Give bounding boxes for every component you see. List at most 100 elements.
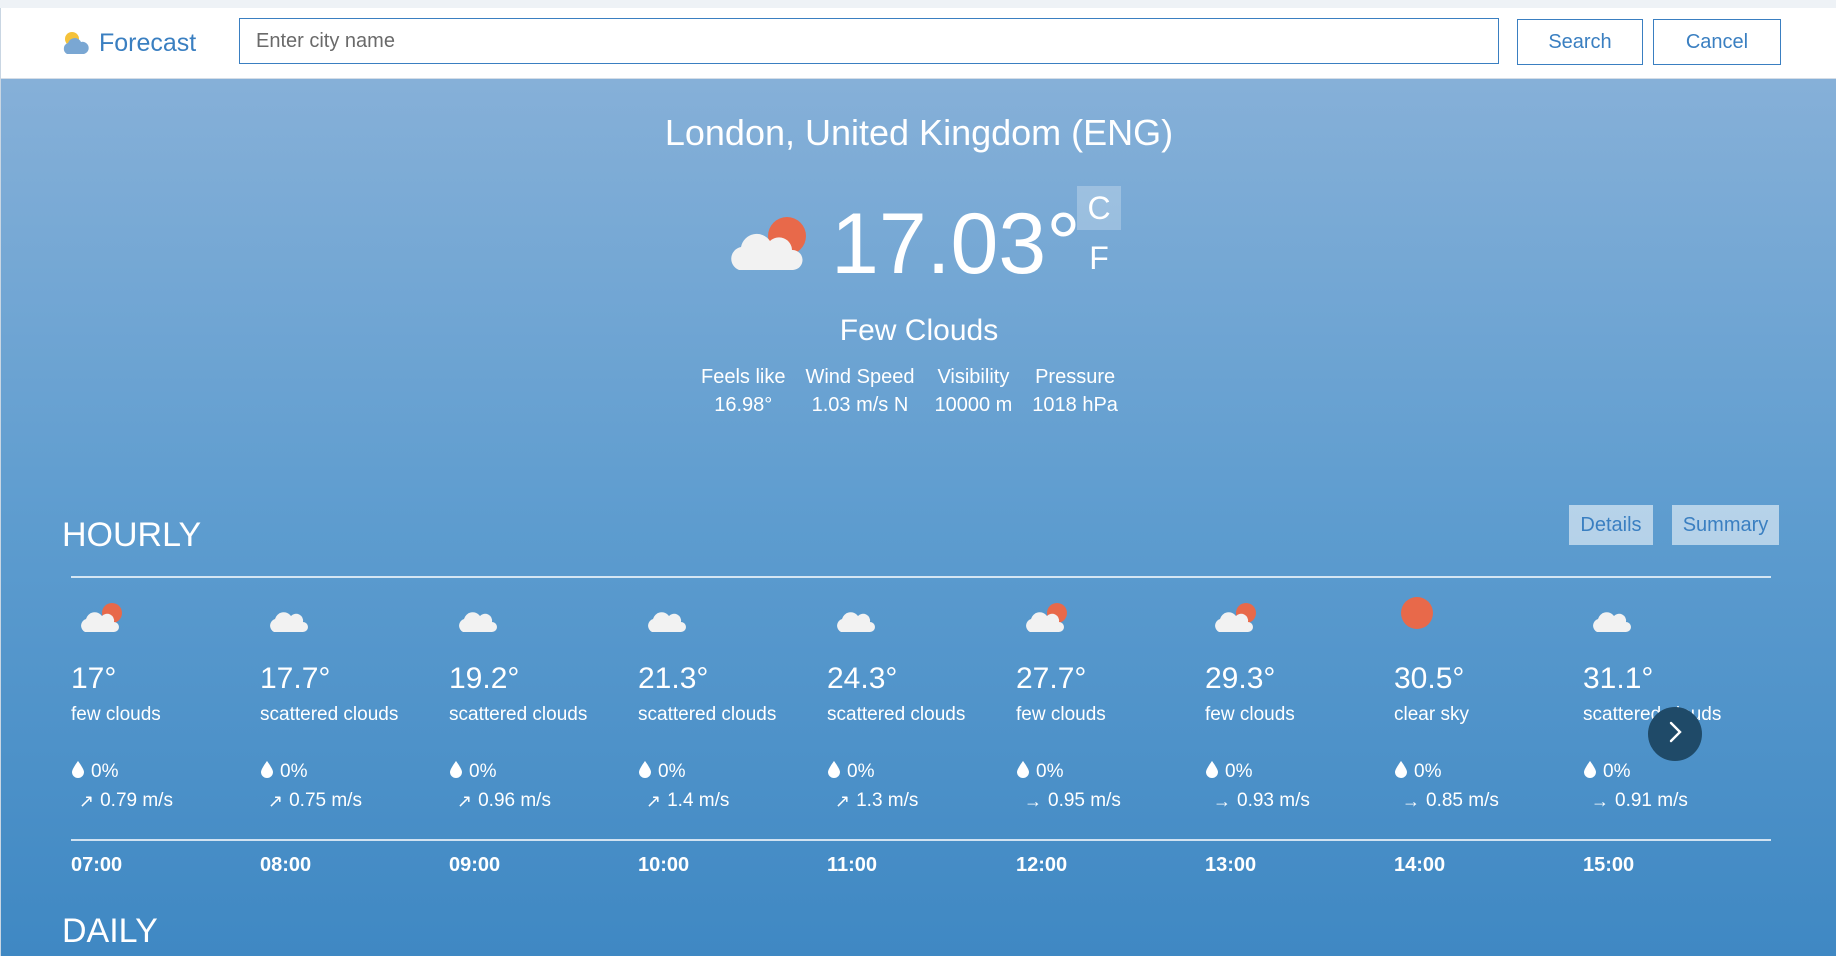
raindrop-icon xyxy=(638,760,652,784)
wind-speed-value: 0.85 m/s xyxy=(1426,790,1499,811)
raindrop-icon xyxy=(1205,760,1219,784)
precipitation-value: 0% xyxy=(280,761,308,782)
top-bar: Forecast Search Cancel xyxy=(1,8,1836,79)
wind-direction-icon: ↗ xyxy=(457,790,473,811)
wind-info: → 0.91 m/s xyxy=(1591,790,1688,812)
daily-heading: DAILY xyxy=(62,912,158,950)
hourly-temperature: 17° xyxy=(71,662,117,695)
hourly-heading: HOURLY xyxy=(62,516,202,554)
scattered-clouds-icon xyxy=(457,602,503,641)
raindrop-icon xyxy=(449,760,463,784)
wind-info: ↗ 0.96 m/s xyxy=(457,790,551,812)
hourly-condition: scattered clouds xyxy=(827,704,966,725)
hourly-time: 12:00 xyxy=(1016,854,1068,874)
cancel-button[interactable]: Cancel xyxy=(1653,19,1781,65)
precipitation-chance: 0% xyxy=(827,760,874,784)
wind-info: → 0.85 m/s xyxy=(1402,790,1499,812)
hourly-time: 15:00 xyxy=(1583,854,1635,874)
raindrop-icon xyxy=(1394,760,1408,784)
carousel-next-button[interactable] xyxy=(1648,707,1702,761)
hourly-temperature: 19.2° xyxy=(449,662,520,695)
wind-direction-icon: ↗ xyxy=(79,790,95,811)
raindrop-icon xyxy=(260,760,274,784)
stat-label: Feels like xyxy=(701,366,786,388)
stat-pressure: Pressure 1018 hPa xyxy=(1032,364,1118,420)
hourly-condition: few clouds xyxy=(1016,704,1106,725)
precipitation-chance: 0% xyxy=(71,760,118,784)
precipitation-value: 0% xyxy=(1036,761,1064,782)
precipitation-value: 0% xyxy=(1603,761,1631,782)
precipitation-value: 0% xyxy=(469,761,497,782)
wind-speed-value: 1.3 m/s xyxy=(856,790,919,811)
celsius-toggle[interactable]: C xyxy=(1077,186,1121,230)
wind-direction-icon: ↗ xyxy=(646,790,662,811)
hourly-condition: few clouds xyxy=(1205,704,1295,725)
raindrop-icon xyxy=(71,760,85,784)
brand[interactable]: Forecast xyxy=(61,28,196,58)
clear-sky-icon xyxy=(1394,596,1440,635)
stat-label: Visibility xyxy=(937,366,1010,388)
hourly-carousel: 17° few clouds 0% ↗ 0.79 m/s 07:00 17.7° scatte… xyxy=(71,594,1771,874)
wind-info: ↗ 0.79 m/s xyxy=(79,790,173,812)
few-clouds-icon xyxy=(1213,602,1259,641)
chevron-right-icon xyxy=(1665,720,1685,749)
brand-name: Forecast xyxy=(99,28,197,57)
wind-direction-icon: → xyxy=(1402,790,1420,811)
few-clouds-icon xyxy=(729,214,813,283)
precipitation-value: 0% xyxy=(1225,761,1253,782)
scattered-clouds-icon xyxy=(1591,602,1637,641)
hourly-time: 14:00 xyxy=(1394,854,1446,874)
precipitation-chance: 0% xyxy=(1394,760,1441,784)
logo-icon xyxy=(61,28,91,58)
stat-value: 1.03 m/s N xyxy=(811,394,909,416)
precipitation-value: 0% xyxy=(847,761,875,782)
stat-value: 16.98° xyxy=(714,394,773,416)
wind-info: ↗ 1.3 m/s xyxy=(835,790,918,812)
scattered-clouds-icon xyxy=(835,602,881,641)
hourly-temperature: 24.3° xyxy=(827,662,898,695)
hourly-condition: scattered clouds xyxy=(260,704,399,725)
hourly-time: 11:00 xyxy=(827,854,878,874)
precipitation-value: 0% xyxy=(91,761,119,782)
precipitation-chance: 0% xyxy=(1583,760,1630,784)
hourly-condition: few clouds xyxy=(71,704,161,725)
summary-button[interactable]: Summary xyxy=(1672,505,1779,545)
wind-speed-value: 0.79 m/s xyxy=(100,790,173,811)
wind-speed-value: 1.4 m/s xyxy=(667,790,730,811)
raindrop-icon xyxy=(1016,760,1030,784)
precipitation-value: 0% xyxy=(1414,761,1442,782)
precipitation-chance: 0% xyxy=(1205,760,1252,784)
fahrenheit-toggle[interactable]: F xyxy=(1077,236,1121,280)
current-stats: Feels like 16.98° Wind Speed 1.03 m/s N … xyxy=(701,364,1118,420)
hourly-temperature: 29.3° xyxy=(1205,662,1276,695)
stat-value: 1018 hPa xyxy=(1032,394,1118,416)
wind-direction-icon: ↗ xyxy=(835,790,851,811)
wind-speed-value: 0.91 m/s xyxy=(1615,790,1688,811)
location-title: London, United Kingdom (ENG) xyxy=(664,112,1174,153)
wind-direction-icon: ↗ xyxy=(268,790,284,811)
hourly-temperature: 17.7° xyxy=(260,662,331,695)
precipitation-chance: 0% xyxy=(449,760,496,784)
wind-direction-icon: → xyxy=(1213,790,1231,811)
wind-speed-value: 0.96 m/s xyxy=(478,790,551,811)
scattered-clouds-icon xyxy=(268,602,314,641)
precipitation-value: 0% xyxy=(658,761,686,782)
current-condition: Few Clouds xyxy=(839,314,999,347)
hourly-time: 10:00 xyxy=(638,854,690,874)
few-clouds-icon xyxy=(1024,602,1070,641)
wind-info: ↗ 1.4 m/s xyxy=(646,790,729,812)
hourly-condition: scattered clouds xyxy=(638,704,777,725)
details-button[interactable]: Details xyxy=(1569,505,1653,545)
hourly-temperature: 30.5° xyxy=(1394,662,1465,695)
stat-label: Wind Speed xyxy=(805,366,915,388)
raindrop-icon xyxy=(827,760,841,784)
stat-value: 10000 m xyxy=(934,394,1013,416)
app-window: Forecast Search Cancel London, United Ki… xyxy=(0,8,1836,956)
current-temperature: 17.03° xyxy=(831,196,1081,292)
stat-visibility: Visibility 10000 m xyxy=(934,364,1012,420)
wind-speed-value: 0.93 m/s xyxy=(1237,790,1310,811)
city-search-input[interactable] xyxy=(239,18,1499,64)
precipitation-chance: 0% xyxy=(260,760,307,784)
hourly-time: 07:00 xyxy=(71,854,123,874)
search-button[interactable]: Search xyxy=(1517,19,1643,65)
